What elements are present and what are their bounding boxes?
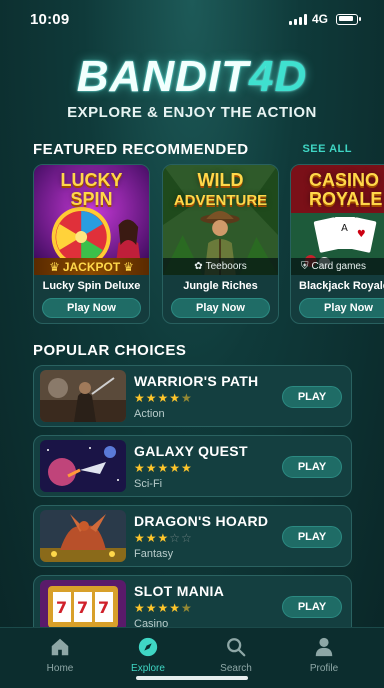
nav-label: Explore (131, 663, 165, 674)
trophy-icon: ♛ (123, 259, 134, 274)
featured-card-lucky-spin[interactable]: LUCKY SPIN ♛ JACKPOT ♛ Lucky Spin Deluxe Pl… (33, 164, 150, 324)
nav-label: Search (220, 663, 252, 674)
play-button[interactable]: PLAY (282, 596, 342, 618)
nav-profile[interactable]: Profile (289, 636, 359, 674)
play-button[interactable]: PLAY (282, 526, 342, 548)
trophy-icon: ♛ (49, 259, 60, 274)
rating-stars: ★★★★★ (134, 461, 193, 475)
game-genre: Action (134, 408, 165, 420)
jackpot-badge: ♛ JACKPOT ♛ (34, 258, 149, 275)
popular-item-galaxy-quest[interactable]: GALAXY QUEST ★★★★★ Sci-Fi PLAY (33, 435, 352, 497)
home-indicator (136, 676, 248, 680)
game-title: DRAGON'S HOARD (134, 513, 269, 529)
profile-icon (315, 637, 333, 657)
play-now-button[interactable]: Play Now (42, 298, 141, 318)
featured-card-jungle-riches[interactable]: WILD ADVENTURE ✿ Teeboors Jungle Riches Pl… (162, 164, 279, 324)
search-icon (227, 638, 246, 657)
svg-text:♥: ♥ (357, 229, 366, 240)
popular-item-dragons-hoard[interactable]: DRAGON'S HOARD ★★★☆☆ Fantasy PLAY (33, 505, 352, 567)
featured-card-name: Blackjack Royale (299, 280, 384, 292)
gear-icon: ✿ (194, 261, 203, 272)
rating-stars: ★★★☆☆ (134, 531, 193, 545)
dragons-hoard-thumbnail (40, 510, 126, 562)
rating-stars: ★★★★★ (134, 601, 193, 615)
lucky-spin-artwork: LUCKY SPIN ♛ JACKPOT ♛ (34, 165, 149, 275)
rating-stars: ★★★★★ (134, 391, 193, 405)
nav-label: Profile (309, 663, 339, 674)
play-now-button[interactable]: Play Now (171, 298, 270, 318)
featured-card-blackjack-royale[interactable]: A ♥ CASINO ROYALE ⛨ Card games Blackjack R… (290, 164, 384, 324)
network-label: 4G (311, 12, 328, 26)
nav-home[interactable]: Home (25, 636, 95, 674)
game-title: WARRIOR'S PATH (134, 373, 259, 389)
svg-text:7: 7 (98, 598, 109, 617)
svg-text:7: 7 (77, 598, 88, 617)
status-time: 10:09 (30, 11, 70, 28)
popular-section-title: POPULAR CHOICES (33, 342, 187, 359)
status-icons: 4G (288, 12, 361, 26)
game-genre: Fantasy (134, 548, 174, 560)
battery-icon (336, 13, 361, 25)
svg-text:A: A (341, 223, 348, 234)
status-bar: 10:09 4G (0, 0, 384, 40)
category-badge: ⛨ Card games (291, 258, 384, 275)
featured-carousel[interactable]: LUCKY SPIN ♛ JACKPOT ♛ Lucky Spin Deluxe Pl… (33, 164, 384, 326)
shield-icon: ⛨ (301, 261, 309, 272)
nav-explore[interactable]: Explore (113, 636, 183, 674)
play-now-button[interactable]: Play Now (299, 298, 384, 318)
see-all-link[interactable]: SEE ALL (302, 143, 352, 155)
nav-search[interactable]: Search (201, 636, 271, 674)
category-badge: ✿ Teeboors (163, 258, 278, 275)
game-title: GALAXY QUEST (134, 443, 248, 459)
galaxy-quest-thumbnail (40, 440, 126, 492)
tagline: EXPLORE & ENJOY THE ACTION (67, 104, 317, 121)
svg-text:7: 7 (56, 598, 67, 617)
play-button[interactable]: PLAY (282, 386, 342, 408)
signal-icon (288, 13, 307, 25)
casino-royale-artwork: A ♥ CASINO ROYALE ⛨ Card games (291, 165, 384, 275)
play-button[interactable]: PLAY (282, 456, 342, 478)
compass-icon (138, 637, 158, 657)
game-genre: Sci-Fi (134, 478, 163, 490)
nav-label: Home (46, 663, 74, 674)
wild-adventure-artwork: WILD ADVENTURE ✿ Teeboors (163, 165, 278, 275)
featured-section-title: FEATURED RECOMMENDED (33, 141, 249, 158)
slot-mania-thumbnail: 7 7 7 (40, 580, 126, 632)
warriors-path-thumbnail (40, 370, 126, 422)
featured-card-name: Jungle Riches (183, 280, 258, 292)
game-title: SLOT MANIA (134, 583, 225, 599)
home-icon (51, 638, 69, 656)
app-logo: BANDIT4D (76, 52, 308, 101)
featured-card-name: Lucky Spin Deluxe (42, 280, 141, 292)
popular-item-warriors-path[interactable]: WARRIOR'S PATH ★★★★★ Action PLAY (33, 365, 352, 427)
